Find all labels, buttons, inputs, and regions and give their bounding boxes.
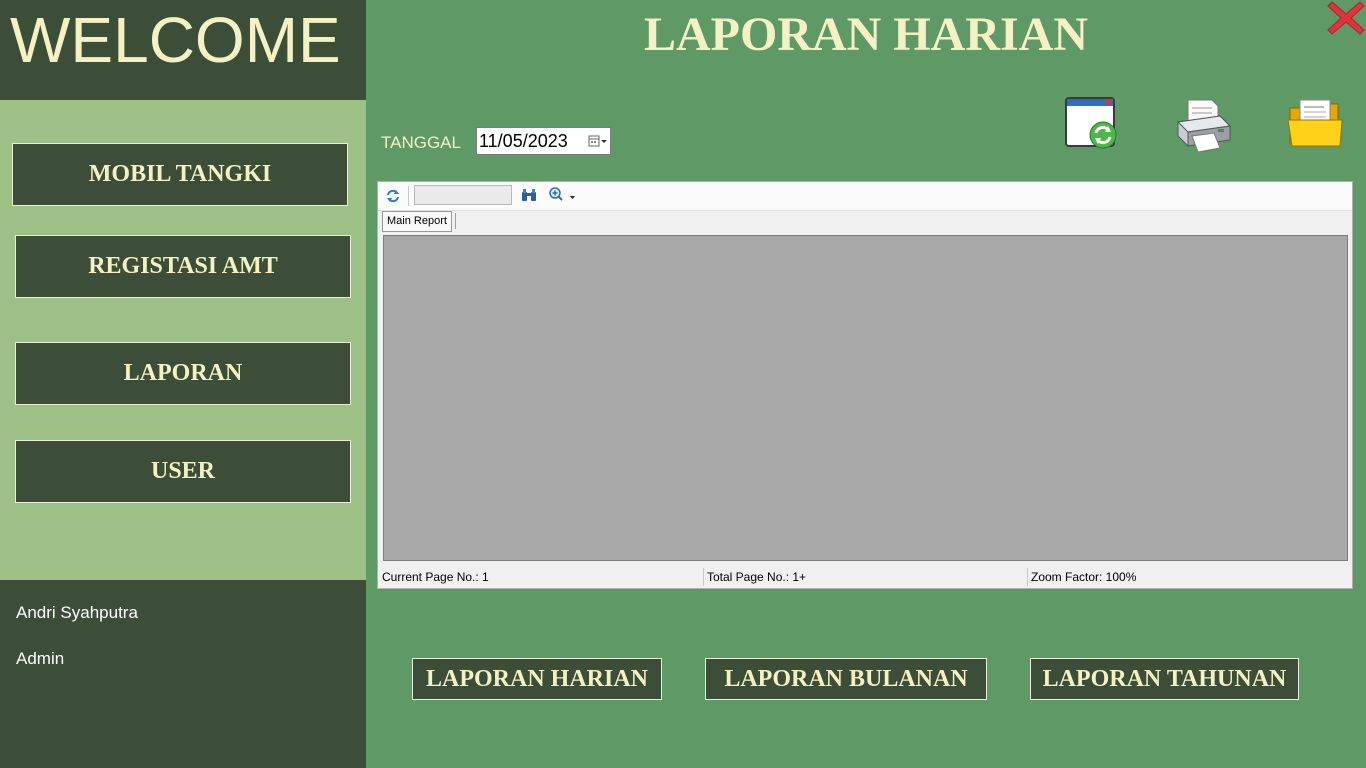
date-picker[interactable]: 11/05/2023	[476, 127, 611, 155]
total-page-status: Total Page No.: 1+	[707, 570, 807, 584]
tab-divider	[455, 213, 456, 229]
sidebar-header: WELCOME	[0, 0, 366, 100]
page-title: LAPORAN HARIAN	[644, 8, 1088, 61]
laporan-harian-button[interactable]: LAPORAN HARIAN	[412, 658, 662, 700]
refresh-window-icon	[1065, 97, 1117, 149]
nav-registasi-amt-button[interactable]: REGISTASI AMT	[15, 235, 351, 298]
nav-user-button[interactable]: USER	[15, 440, 351, 503]
tab-main-report[interactable]: Main Report	[382, 211, 452, 232]
report-viewer-toolbar	[378, 182, 1352, 211]
laporan-bulanan-label: LAPORAN BULANAN	[724, 665, 968, 692]
user-name: Andri Syahputra	[16, 603, 138, 622]
refresh-window-button[interactable]	[1064, 96, 1120, 157]
laporan-tahunan-label: LAPORAN TAHUNAN	[1042, 665, 1287, 692]
print-button[interactable]	[1174, 96, 1232, 159]
nav-mobil-tangki-label: MOBIL TANGKI	[88, 161, 272, 187]
laporan-bulanan-button[interactable]: LAPORAN BULANAN	[705, 658, 987, 700]
binoculars-icon[interactable]	[521, 188, 537, 207]
status-divider	[1027, 568, 1028, 586]
laporan-tahunan-button[interactable]: LAPORAN TAHUNAN	[1030, 658, 1299, 700]
nav-laporan-label: LAPORAN	[123, 360, 243, 386]
nav-mobil-tangki-button[interactable]: MOBIL TANGKI	[12, 143, 348, 206]
calendar-dropdown-icon[interactable]	[586, 131, 610, 151]
viewer-refresh-icon[interactable]	[385, 188, 401, 209]
nav-laporan-button[interactable]: LAPORAN	[15, 342, 351, 405]
date-value: 11/05/2023	[479, 130, 568, 151]
zoom-dropdown-icon[interactable]	[548, 187, 578, 208]
zoom-factor-status: Zoom Factor: 100%	[1031, 570, 1137, 584]
nav-user-label: USER	[150, 458, 216, 484]
printer-icon	[1176, 99, 1232, 153]
current-page-status: Current Page No.: 1	[382, 570, 489, 584]
close-icon	[1327, 1, 1365, 35]
report-status-bar: Current Page No.: 1 Total Page No.: 1+ Z…	[378, 566, 1352, 588]
report-viewer: Main Report Current Page No.: 1 Total Pa…	[377, 181, 1353, 589]
date-label: TANGGAL	[381, 133, 461, 152]
viewer-search-input[interactable]	[414, 185, 512, 205]
welcome-title: WELCOME	[10, 4, 341, 76]
status-divider	[703, 568, 704, 586]
open-folder-button[interactable]	[1287, 98, 1344, 155]
report-canvas	[383, 235, 1348, 561]
nav-registasi-amt-label: REGISTASI AMT	[88, 253, 278, 279]
close-button[interactable]	[1326, 0, 1366, 38]
toolbar-divider	[408, 186, 409, 206]
folder-icon	[1287, 99, 1343, 147]
laporan-harian-label: LAPORAN HARIAN	[426, 665, 648, 692]
user-panel: Andri Syahputra Admin	[0, 580, 366, 768]
user-role: Admin	[16, 649, 65, 668]
